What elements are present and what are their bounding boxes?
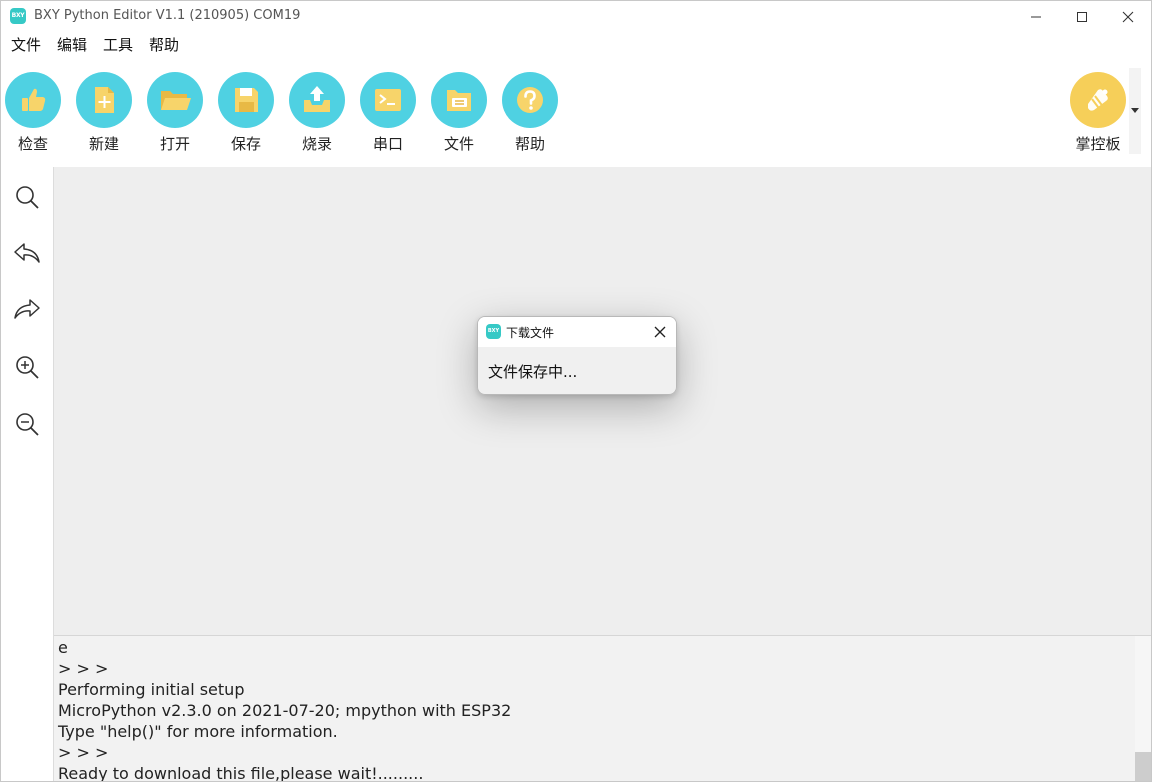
menu-edit[interactable]: 编辑: [49, 32, 95, 58]
serial-button[interactable]: 串口: [358, 72, 418, 154]
console-output: e > > > Performing initial setup MicroPy…: [58, 637, 1128, 782]
undo-icon: [14, 243, 40, 263]
console-line: > > >: [58, 659, 109, 678]
board-label: 掌控板: [1075, 135, 1121, 153]
redo-icon: [14, 299, 40, 319]
menu-tools[interactable]: 工具: [95, 32, 141, 58]
window-title: BXY Python Editor V1.1 (210905) COM19: [34, 8, 301, 23]
app-window: BXY BXY Python Editor V1.1 (210905) COM1…: [0, 0, 1152, 782]
zoom-in-button[interactable]: [13, 353, 41, 381]
dialog-title: 下载文件: [506, 326, 555, 340]
help-button[interactable]: 帮助: [500, 72, 560, 154]
dialog-title-bar: BXY 下载文件: [478, 317, 676, 347]
board-button[interactable]: 掌控板: [1068, 72, 1128, 154]
new-label: 新建: [88, 135, 119, 153]
terminal-icon: [360, 72, 416, 128]
close-button[interactable]: [1105, 1, 1151, 32]
burn-label: 烧录: [301, 135, 332, 153]
file-button[interactable]: 文件: [429, 72, 489, 154]
help-label: 帮助: [514, 135, 545, 153]
menu-file[interactable]: 文件: [3, 32, 49, 58]
toolbar: 检查 新建 打开 保存 烧录 串口 文件 帮助 掌控板: [1, 58, 1151, 168]
zoom-out-button[interactable]: [13, 410, 41, 438]
minimize-icon: [1031, 16, 1041, 17]
app-logo: BXY: [10, 8, 26, 24]
console-line: > > >: [58, 743, 109, 762]
check-label: 检查: [17, 135, 48, 153]
save-disk-icon: [218, 72, 274, 128]
open-label: 打开: [159, 135, 190, 153]
chevron-down-icon[interactable]: [1131, 108, 1139, 113]
file-label: 文件: [443, 135, 474, 153]
close-icon: [1122, 11, 1134, 22]
console-line: Performing initial setup: [58, 680, 245, 699]
console-line: e: [58, 638, 68, 657]
minimize-button[interactable]: [1013, 1, 1059, 32]
console-line: Type "help()" for more information.: [58, 722, 338, 741]
left-sidebar: [1, 167, 54, 781]
menu-help[interactable]: 帮助: [141, 32, 187, 58]
new-button[interactable]: 新建: [74, 72, 134, 154]
open-button[interactable]: 打开: [145, 72, 205, 154]
serial-label: 串口: [372, 135, 403, 153]
dialog-logo: BXY: [486, 324, 501, 339]
upload-tray-icon: [289, 72, 345, 128]
undo-button[interactable]: [13, 239, 41, 267]
console-scrollbar[interactable]: [1135, 636, 1151, 781]
check-button[interactable]: 检查: [3, 72, 63, 154]
dialog-message: 文件保存中...: [488, 363, 578, 381]
zoom-in-icon: [16, 356, 39, 379]
file-folder-icon: [431, 72, 487, 128]
maximize-icon: [1077, 11, 1087, 22]
code-editor[interactable]: [54, 167, 1151, 635]
title-bar: BXY BXY Python Editor V1.1 (210905) COM1…: [1, 1, 1151, 32]
burn-button[interactable]: 烧录: [287, 72, 347, 154]
console-line: Ready to download this file,please wait!…: [58, 764, 424, 782]
new-file-icon: [76, 72, 132, 128]
board-icon: [1070, 72, 1126, 128]
maximize-button[interactable]: [1059, 1, 1105, 32]
redo-button[interactable]: [13, 295, 41, 323]
search-icon: [16, 186, 39, 209]
thumbs-up-icon: [5, 72, 61, 128]
close-icon: [654, 326, 666, 338]
search-button[interactable]: [13, 183, 41, 211]
zoom-out-icon: [16, 413, 39, 436]
save-button[interactable]: 保存: [216, 72, 276, 154]
console-line: MicroPython v2.3.0 on 2021-07-20; mpytho…: [58, 701, 512, 720]
save-label: 保存: [230, 135, 261, 153]
console-scrollbar-thumb[interactable]: [1135, 752, 1151, 781]
open-folder-icon: [147, 72, 203, 128]
dialog-close-button[interactable]: [650, 322, 670, 342]
menu-bar: 文件 编辑 工具 帮助: [1, 32, 1151, 58]
serial-console[interactable]: e > > > Performing initial setup MicroPy…: [54, 635, 1151, 782]
download-dialog: BXY 下载文件 文件保存中...: [477, 316, 677, 395]
help-icon: [502, 72, 558, 128]
